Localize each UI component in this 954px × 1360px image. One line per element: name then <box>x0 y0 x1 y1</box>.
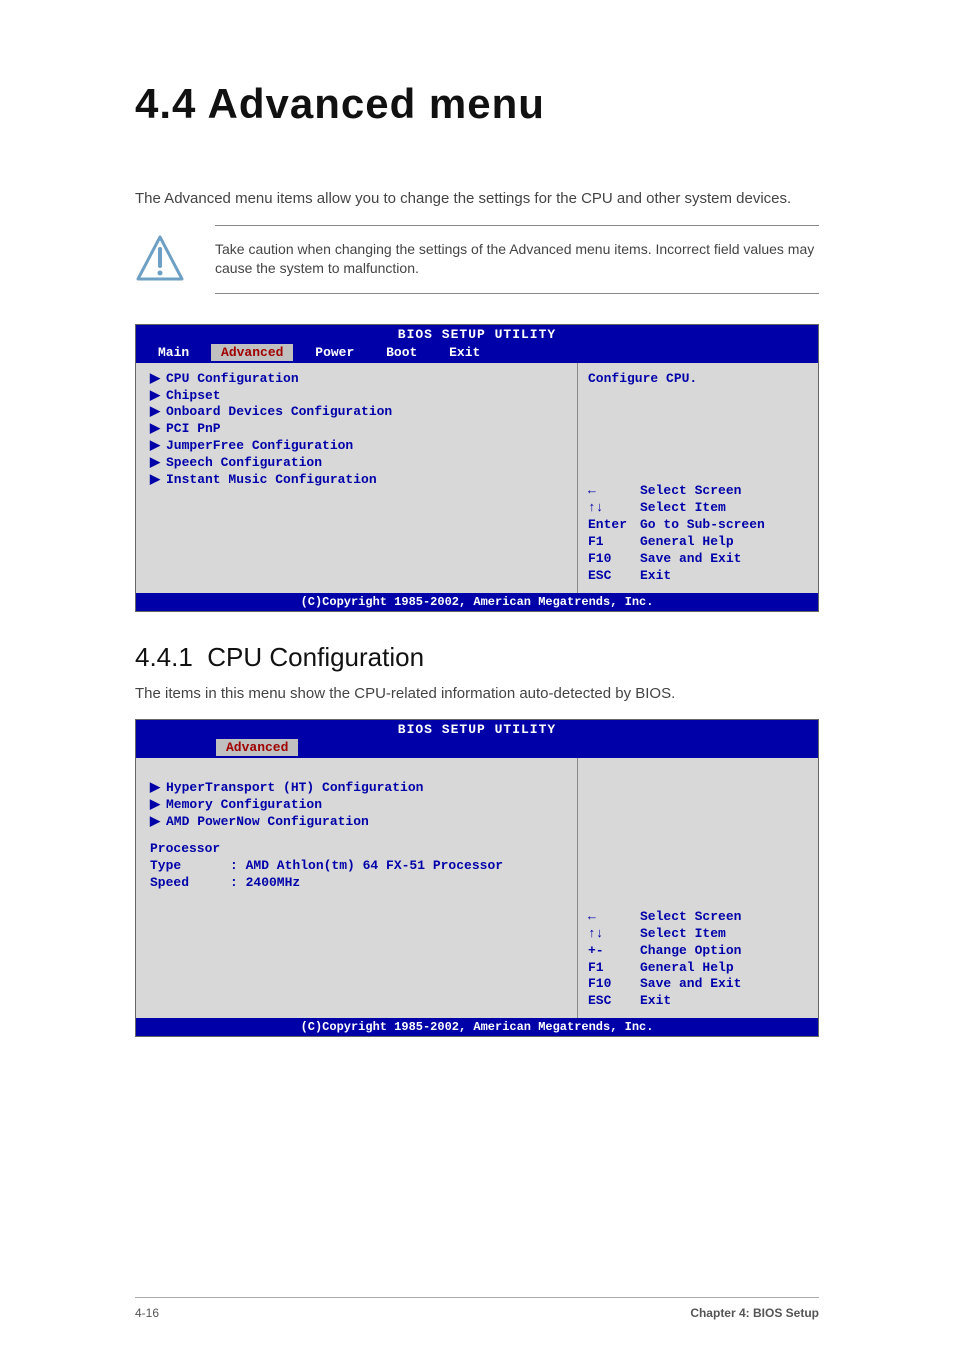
bios-key-legend: ←Select Screen ↑↓Select Item +-Change Op… <box>588 909 808 1010</box>
menu-item: ▶Memory Configuration <box>146 797 567 814</box>
bios-key-legend: ←Select Screen ↑↓Select Item EnterGo to … <box>588 483 808 584</box>
bios-title: BIOS SETUP UTILITY <box>136 325 818 344</box>
bios-help-top: Configure CPU. <box>588 371 808 386</box>
menu-item: ▶Chipset <box>146 388 567 405</box>
warning-icon <box>135 234 185 284</box>
bios-screenshot-cpu-config: BIOS SETUP UTILITY Advanced ▶HyperTransp… <box>135 719 819 1037</box>
bios-menu-list: ▶CPU Configuration ▶Chipset ▶Onboard Dev… <box>136 363 578 593</box>
bios-tab-advanced: Advanced <box>211 344 293 361</box>
warning-callout: Take caution when changing the settings … <box>135 225 819 294</box>
bios-copyright: (C)Copyright 1985-2002, American Megatre… <box>136 593 818 611</box>
bios-tab-boot: Boot <box>376 344 427 361</box>
menu-item: ▶AMD PowerNow Configuration <box>146 814 567 831</box>
bios-tab-bar: Main Advanced Power Boot Exit <box>136 344 818 363</box>
bios-tab-main: Main <box>148 344 199 361</box>
page-number: 4-16 <box>135 1306 159 1320</box>
menu-item: ▶CPU Configuration <box>146 371 567 388</box>
bios-tab-exit: Exit <box>439 344 490 361</box>
warning-text: Take caution when changing the settings … <box>215 225 819 294</box>
menu-item: ▶HyperTransport (HT) Configuration <box>146 780 567 797</box>
bios-tab-power: Power <box>305 344 364 361</box>
subsection-desc: The items in this menu show the CPU-rela… <box>135 683 819 706</box>
menu-item: ▶Onboard Devices Configuration <box>146 404 567 421</box>
menu-item: ▶Speech Configuration <box>146 455 567 472</box>
bios-title: BIOS SETUP UTILITY <box>136 720 818 739</box>
page-footer: 4-16 Chapter 4: BIOS Setup <box>135 1297 819 1320</box>
processor-speed: Speed: 2400MHz <box>146 875 567 892</box>
chapter-label: Chapter 4: BIOS Setup <box>690 1306 819 1320</box>
menu-item: ▶Instant Music Configuration <box>146 472 567 489</box>
processor-type: Type: AMD Athlon(tm) 64 FX-51 Processor <box>146 858 567 875</box>
bios-tab-bar: Advanced <box>136 739 818 758</box>
bios-copyright: (C)Copyright 1985-2002, American Megatre… <box>136 1018 818 1036</box>
bios-tab-advanced: Advanced <box>216 739 298 756</box>
menu-item: ▶JumperFree Configuration <box>146 438 567 455</box>
processor-label: Processor <box>146 841 567 858</box>
page-heading: 4.4 Advanced menu <box>135 80 819 128</box>
menu-item: ▶PCI PnP <box>146 421 567 438</box>
bios-screenshot-advanced-menu: BIOS SETUP UTILITY Main Advanced Power B… <box>135 324 819 612</box>
subsection-heading: 4.4.1 CPU Configuration <box>135 642 819 673</box>
bios-menu-list: ▶HyperTransport (HT) Configuration ▶Memo… <box>136 758 578 1018</box>
intro-paragraph: The Advanced menu items allow you to cha… <box>135 188 819 211</box>
